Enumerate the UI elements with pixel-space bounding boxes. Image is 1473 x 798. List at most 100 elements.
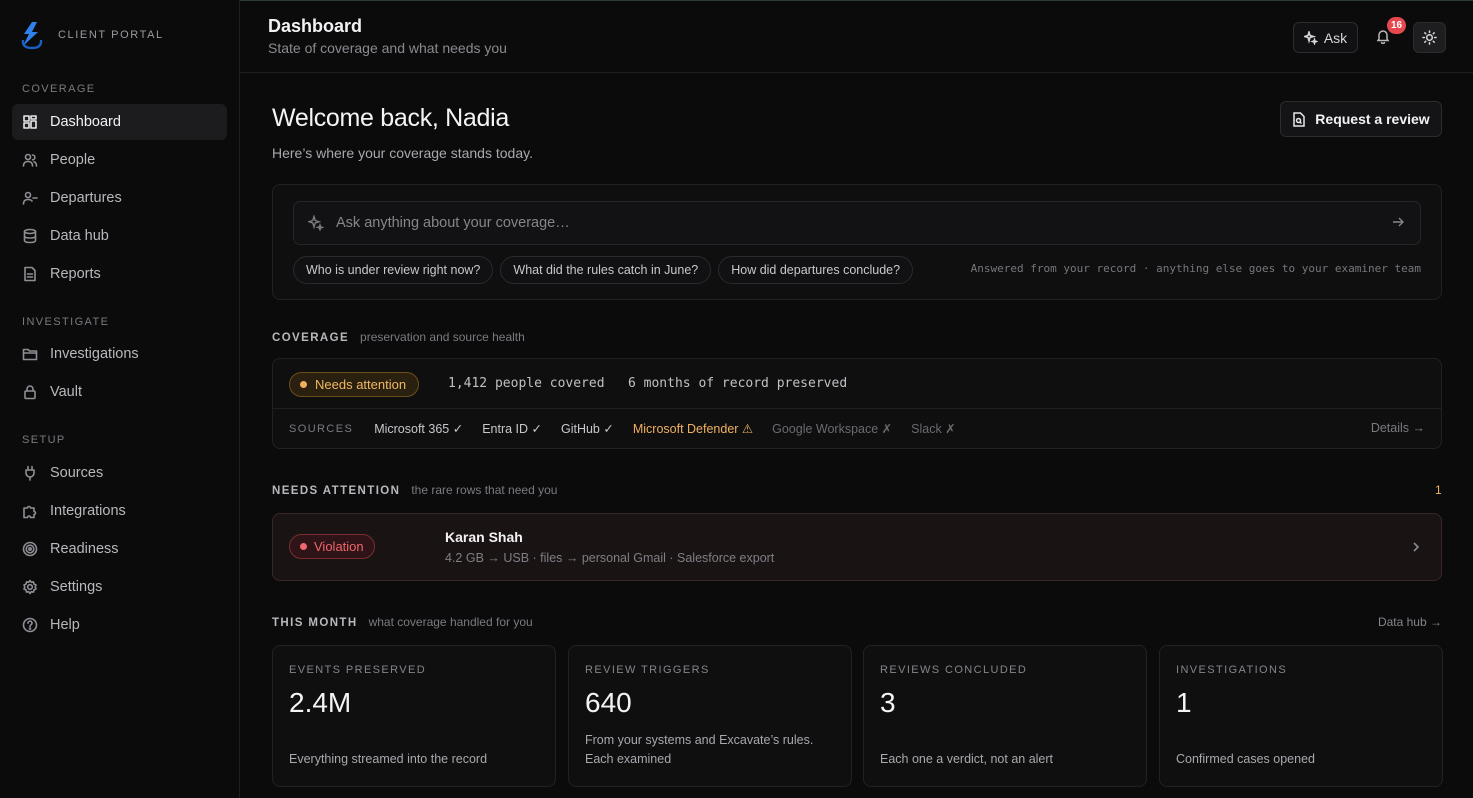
people-icon xyxy=(22,153,38,167)
needs-attention-header: NEEDS ATTENTION the rare rows that need … xyxy=(272,483,557,497)
sidebar-item-label: Vault xyxy=(50,384,82,400)
document-search-icon xyxy=(1293,111,1306,127)
sources-label: SOURCES xyxy=(289,422,354,435)
ask-button[interactable]: Ask xyxy=(1293,22,1358,53)
suggestion-chip[interactable]: How did departures conclude? xyxy=(718,256,914,284)
violation-badge: Violation xyxy=(289,534,375,559)
sparkle-icon xyxy=(308,215,324,231)
sidebar-item-label: Reports xyxy=(50,266,101,282)
welcome-subtitle: Here’s where your coverage stands today. xyxy=(272,145,533,161)
metric-value: 640 xyxy=(585,687,632,718)
chevron-right-icon xyxy=(1409,540,1423,554)
logo-icon xyxy=(21,22,43,50)
brand-name: CLIENT PORTAL xyxy=(58,29,164,41)
violation-label: Violation xyxy=(314,539,364,554)
theme-toggle-button[interactable] xyxy=(1413,22,1446,53)
metric-label: REVIEWS CONCLUDED xyxy=(880,664,1028,676)
sidebar-item-people[interactable]: People xyxy=(12,142,227,178)
attention-row[interactable]: Violation Karan Shah 4.2 GB → USB · file… xyxy=(272,513,1442,581)
nav-section-investigate: INVESTIGATE xyxy=(22,316,110,328)
suggestion-chips: Who is under review right now? What did … xyxy=(293,256,914,284)
departures-icon xyxy=(22,191,38,205)
section-desc: what coverage handled for you xyxy=(368,615,533,629)
sidebar-item-label: Readiness xyxy=(50,541,119,557)
this-month-header: THIS MONTH what coverage handled for you xyxy=(272,615,533,629)
suggestion-chip[interactable]: What did the rules catch in June? xyxy=(500,256,712,284)
data-hub-link[interactable]: Data hub → xyxy=(1378,615,1442,629)
attention-count: 1 xyxy=(1435,483,1442,497)
coverage-card: Needs attention 1,412 people covered 6 m… xyxy=(272,358,1442,449)
sidebar-item-label: Integrations xyxy=(50,503,126,519)
ask-panel: Who is under review right now? What did … xyxy=(272,184,1442,300)
source-microsoft-365[interactable]: Microsoft 365 ✓ xyxy=(374,421,463,436)
sidebar-item-label: Settings xyxy=(50,579,103,595)
metric-label: REVIEW TRIGGERS xyxy=(585,664,710,676)
metric-card-investigations: INVESTIGATIONS 1 Confirmed cases opened xyxy=(1159,645,1443,787)
report-icon xyxy=(24,266,36,282)
sidebar-item-label: Help xyxy=(50,617,80,633)
details-link[interactable]: Details → xyxy=(1371,421,1425,435)
metric-label: EVENTS PRESERVED xyxy=(289,664,427,676)
request-review-label: Request a review xyxy=(1315,111,1430,127)
source-github[interactable]: GitHub ✓ xyxy=(561,421,614,436)
person-name: Karan Shah xyxy=(445,529,523,545)
arrow-right-icon xyxy=(1393,217,1404,226)
source-microsoft-defender[interactable]: Microsoft Defender ⚠ xyxy=(633,421,753,436)
sources-row: SOURCES Microsoft 365 ✓ Entra ID ✓ GitHu… xyxy=(289,421,975,436)
page-title: Dashboard xyxy=(268,16,363,36)
ask-input-container[interactable] xyxy=(293,201,1421,245)
page-subtitle: State of coverage and what needs you xyxy=(268,40,507,56)
send-button[interactable] xyxy=(1390,214,1406,233)
sidebar-item-integrations[interactable]: Integrations xyxy=(12,493,227,529)
sidebar-item-help[interactable]: Help xyxy=(12,607,227,643)
status-dot xyxy=(300,381,307,388)
metric-desc: Each one a verdict, not an alert xyxy=(880,752,1054,766)
metric-card-reviews-concluded: REVIEWS CONCLUDED 3 Each one a verdict, … xyxy=(863,645,1147,787)
brand[interactable]: CLIENT PORTAL xyxy=(18,20,164,50)
sidebar: CLIENT PORTAL COVERAGE Dashboard People … xyxy=(0,0,240,798)
coverage-section-header: COVERAGE preservation and source health xyxy=(272,330,525,344)
sidebar-item-label: Departures xyxy=(50,190,122,206)
source-slack[interactable]: Slack ✗ xyxy=(911,421,956,436)
sidebar-item-dashboard[interactable]: Dashboard xyxy=(12,104,227,140)
sidebar-item-settings[interactable]: Settings xyxy=(12,569,227,605)
plug-icon xyxy=(25,465,35,481)
section-desc: the rare rows that need you xyxy=(411,483,558,497)
ask-label: Ask xyxy=(1323,29,1348,46)
sidebar-item-readiness[interactable]: Readiness xyxy=(12,531,227,567)
source-entra-id[interactable]: Entra ID ✓ xyxy=(482,421,542,436)
sun-icon xyxy=(1422,30,1437,45)
lock-icon xyxy=(24,385,36,400)
sidebar-item-departures[interactable]: Departures xyxy=(12,180,227,216)
welcome-heading: Welcome back, Nadia xyxy=(272,104,510,132)
ask-input[interactable] xyxy=(336,215,1378,231)
gear-icon xyxy=(23,579,37,595)
sidebar-item-label: Investigations xyxy=(50,346,139,362)
section-title: COVERAGE xyxy=(272,332,350,344)
sidebar-item-data-hub[interactable]: Data hub xyxy=(12,218,227,254)
top-bar: Dashboard State of coverage and what nee… xyxy=(240,0,1473,73)
violation-dot xyxy=(300,543,307,550)
metric-desc: Everything streamed into the record xyxy=(289,752,488,766)
sidebar-item-label: Data hub xyxy=(50,228,109,244)
suggestion-chip[interactable]: Who is under review right now? xyxy=(293,256,494,284)
sidebar-item-reports[interactable]: Reports xyxy=(12,256,227,292)
metric-desc: From your systems and Excavate’s rules. … xyxy=(585,733,814,766)
source-google-workspace[interactable]: Google Workspace ✗ xyxy=(772,421,892,436)
people-covered: 1,412 people covered xyxy=(448,376,605,391)
sidebar-item-label: People xyxy=(50,152,96,168)
sidebar-item-investigations[interactable]: Investigations xyxy=(12,336,227,372)
request-review-button[interactable]: Request a review xyxy=(1280,101,1442,137)
sidebar-item-sources[interactable]: Sources xyxy=(12,455,227,491)
database-icon xyxy=(23,228,37,244)
notification-count-badge: 16 xyxy=(1387,17,1407,34)
folder-icon xyxy=(22,348,38,361)
sidebar-item-vault[interactable]: Vault xyxy=(12,374,227,410)
dashboard-icon xyxy=(23,115,37,129)
sparkle-icon xyxy=(1303,30,1318,45)
sidebar-item-label: Dashboard xyxy=(50,114,121,130)
status-badge: Needs attention xyxy=(289,372,420,397)
sidebar-item-label: Sources xyxy=(50,465,104,481)
metric-value: 2.4M xyxy=(289,687,352,718)
status-label: Needs attention xyxy=(315,377,407,392)
